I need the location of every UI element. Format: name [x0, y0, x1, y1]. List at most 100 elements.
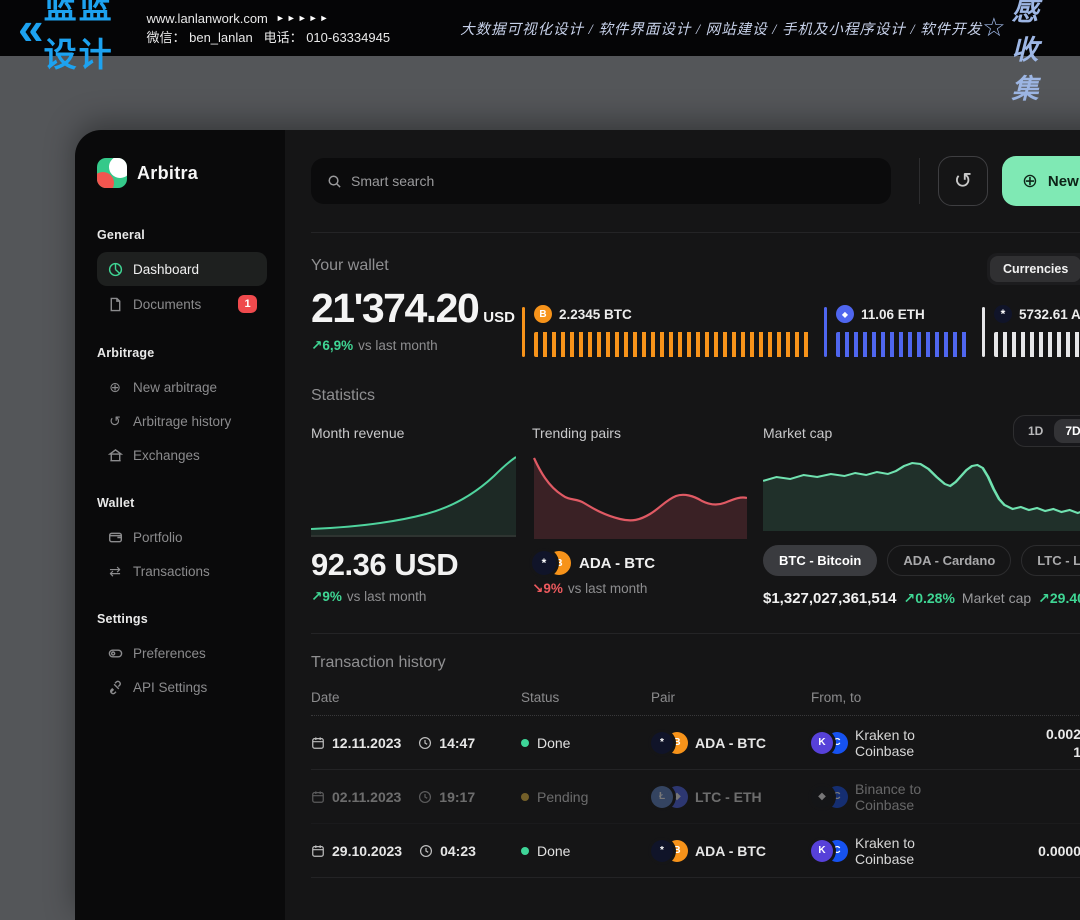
nav-section-arbitrage: Arbitrage: [97, 346, 267, 360]
search-input[interactable]: [351, 173, 875, 189]
divider: [311, 633, 1080, 634]
holding-btc[interactable]: B 2.2345 BTC: [522, 305, 824, 357]
ada-icon: *: [994, 305, 1012, 323]
promo-banner: « 蓝蓝设计 www.lanlanwork.com ►►►►► 微信： ben_…: [0, 0, 1080, 56]
sidebar-item-portfolio[interactable]: Portfolio: [97, 520, 267, 554]
main-content: ↺ ⊕ New arbitrage Your wallet Currencies…: [285, 130, 1080, 920]
plus-circle-icon: ⊕: [107, 379, 123, 395]
range-7d[interactable]: 7D: [1054, 419, 1080, 443]
search-icon: [327, 174, 342, 189]
calendar-icon: [311, 790, 325, 804]
trending-pairs-label: Trending pairs: [532, 425, 747, 441]
calendar-icon: [311, 736, 325, 750]
ada-bars: [994, 332, 1080, 357]
sidebar-item-transactions[interactable]: ⇄ Transactions: [97, 554, 267, 588]
status-dot-pending: [521, 793, 529, 801]
collect-label: 灵感收集: [1012, 0, 1063, 106]
wechat-label: 微信： ben_lanlan: [147, 30, 253, 45]
sidebar-item-preferences[interactable]: Preferences: [97, 636, 267, 670]
holding-ada[interactable]: * 5732.61 ADA: [982, 305, 1080, 357]
new-arbitrage-button[interactable]: ⊕ New arbitrage: [1002, 156, 1080, 206]
pill-btc-bitcoin[interactable]: BTC - Bitcoin: [763, 545, 877, 576]
calendar-icon: [311, 844, 325, 858]
wallet-balance: 21'374.20USD: [311, 285, 522, 332]
table-row[interactable]: 02.11.2023 19:17 Pending Ł ◆ LTC - ETH ◆…: [311, 770, 1080, 824]
trending-pairs-change: ↘9% vs last month: [532, 581, 747, 597]
contact-block: www.lanlanwork.com ►►►►► 微信： ben_lanlan …: [147, 9, 391, 47]
kraken-icon: K: [811, 840, 833, 862]
nav-section-wallet: Wallet: [97, 496, 267, 510]
wallet-tabs: Currencies Exchanges: [987, 253, 1080, 285]
status-badge: Done: [537, 843, 570, 859]
pill-ada-cardano[interactable]: ADA - Cardano: [887, 545, 1011, 576]
transactions-section-title: Transaction history: [311, 654, 1080, 672]
history-restore-icon: ↺: [954, 170, 972, 192]
status-dot-done: [521, 739, 529, 747]
month-revenue-chart: [311, 453, 516, 537]
phone-label: 电话： 010-63334945: [264, 30, 390, 45]
sidebar-item-new-arbitrage[interactable]: ⊕ New arbitrage: [97, 370, 267, 404]
wallet-change: ↗6,9% vs last month: [311, 338, 522, 354]
bank-icon: [107, 447, 123, 463]
arbitra-dashboard: Arbitra General Dashboard Documents 1 Ar…: [75, 130, 1080, 920]
wallet-section-title: Your wallet: [311, 257, 1080, 275]
col-date: Date: [311, 690, 521, 705]
coin-pills: BTC - Bitcoin ADA - Cardano LTC - Liteco…: [763, 545, 1080, 576]
ada-icon: *: [651, 732, 673, 754]
btc-bars: [534, 332, 812, 357]
pie-chart-icon: [107, 261, 123, 277]
history-icon: ↺: [107, 413, 123, 429]
tab-currencies[interactable]: Currencies: [990, 256, 1080, 282]
status-dot-done: [521, 847, 529, 855]
lanlan-logo-icon: «: [18, 8, 38, 48]
transactions-header: Date Status Pair From, to: [311, 690, 1080, 716]
holdings-strip: B 2.2345 BTC ◆ 11.06 ETH * 5732.61 ADA: [522, 285, 1080, 357]
market-cap-value: $1,327,027,361,514: [763, 590, 896, 607]
inspiration-collect[interactable]: ☆ 灵感收集: [982, 0, 1062, 106]
search-bar[interactable]: [311, 158, 891, 204]
binance-icon: ◆: [811, 786, 833, 808]
plug-icon: [107, 679, 123, 695]
ada-icon: *: [651, 840, 673, 862]
toggle-icon: [107, 645, 123, 661]
table-row[interactable]: 12.11.2023 14:47 Done * B ADA - BTC K C: [311, 716, 1080, 770]
sidebar: Arbitra General Dashboard Documents 1 Ar…: [75, 130, 285, 920]
month-revenue-value: 92.36 USD: [311, 547, 516, 583]
file-icon: [107, 296, 123, 312]
wallet-icon: [107, 529, 123, 545]
range-1d[interactable]: 1D: [1017, 419, 1054, 443]
ltc-icon: Ł: [651, 786, 673, 808]
col-status: Status: [521, 690, 651, 705]
col-fromto: From, to: [811, 690, 971, 705]
plus-circle-icon: ⊕: [1022, 170, 1038, 193]
arrow-icons: ►►►►►: [276, 9, 331, 28]
nav-section-settings: Settings: [97, 612, 267, 626]
website-link[interactable]: www.lanlanwork.com: [147, 9, 268, 28]
trending-pairs-card: Trending pairs * B ADA - BTC: [532, 425, 747, 607]
clock-icon: [418, 790, 432, 804]
pill-ltc-litecoin[interactable]: LTC - Litecoin: [1021, 545, 1080, 576]
kraken-icon: K: [811, 732, 833, 754]
sidebar-item-documents[interactable]: Documents 1: [97, 286, 267, 322]
history-button[interactable]: ↺: [938, 156, 988, 206]
brand-name: 蓝蓝设计: [44, 0, 121, 76]
sidebar-item-exchanges[interactable]: Exchanges: [97, 438, 267, 472]
month-revenue-card: Month revenue 92.36 USD ↗9% vs last mont…: [311, 425, 516, 607]
holding-eth[interactable]: ◆ 11.06 ETH: [824, 305, 982, 357]
eth-icon: ◆: [836, 305, 854, 323]
table-row[interactable]: 29.10.2023 04:23 Done * B ADA - BTC K C: [311, 824, 1080, 878]
clock-icon: [419, 844, 433, 858]
clock-icon: [418, 736, 432, 750]
sidebar-item-arbitrage-history[interactable]: ↺ Arbitrage history: [97, 404, 267, 438]
trending-pair[interactable]: * B ADA - BTC: [532, 551, 747, 575]
ada-icon: *: [532, 551, 556, 575]
month-revenue-label: Month revenue: [311, 425, 516, 441]
sidebar-item-api-settings[interactable]: API Settings: [97, 670, 267, 704]
currency-label: USD: [483, 309, 515, 326]
status-badge: Done: [537, 735, 570, 751]
amount-cell: 0.0000: [971, 842, 1080, 860]
app-name: Arbitra: [137, 163, 198, 184]
market-cap-stats: $1,327,027,361,514 ↗0.28% Market cap ↗29…: [763, 590, 1080, 607]
topbar-divider: [919, 158, 920, 204]
sidebar-item-dashboard[interactable]: Dashboard: [97, 252, 267, 286]
